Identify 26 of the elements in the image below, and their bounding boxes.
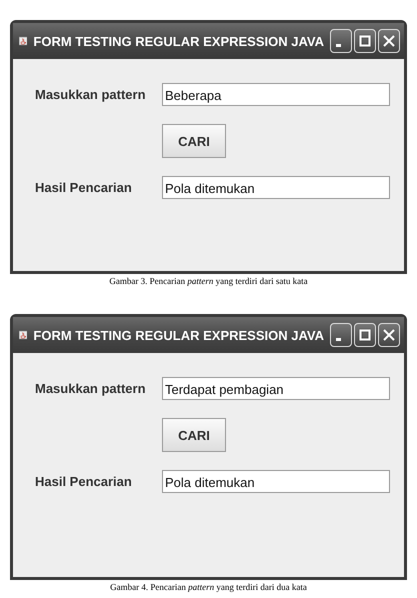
figure-caption: Gambar 4. Pencarian pattern yang terdiri dari dua kata xyxy=(110,582,307,592)
search-button[interactable]: CARI xyxy=(162,124,226,158)
window-title: FORM TESTING REGULAR EXPRESSION JAVA xyxy=(33,34,324,48)
close-button[interactable] xyxy=(378,29,400,53)
pattern-field[interactable]: Terdapat pembagian xyxy=(162,377,390,400)
field-label: Hasil Pencarian xyxy=(35,474,133,489)
result-field[interactable]: Pola ditemukan xyxy=(162,176,390,199)
maximize-icon xyxy=(359,35,371,47)
maximize-button[interactable] xyxy=(354,29,376,53)
field-label: Masukkan pattern xyxy=(35,381,147,396)
result-field[interactable]: Pola ditemukan xyxy=(162,470,390,493)
maximize-icon xyxy=(359,329,371,341)
minimize-button[interactable] xyxy=(330,29,352,53)
window-title: FORM TESTING REGULAR EXPRESSION JAVA xyxy=(33,328,324,342)
close-button[interactable] xyxy=(378,323,400,347)
field-label: Masukkan pattern xyxy=(35,87,147,102)
close-icon xyxy=(383,329,395,341)
close-icon xyxy=(383,35,395,47)
field-label: Hasil Pencarian xyxy=(35,180,133,195)
maximize-button[interactable] xyxy=(354,323,376,347)
search-button[interactable]: CARI xyxy=(162,418,226,452)
pattern-field[interactable]: Beberapa xyxy=(162,83,390,106)
minimize-button[interactable] xyxy=(330,323,352,347)
figure-caption: Gambar 3. Pencarian pattern yang terdiri dari satu kata xyxy=(109,276,308,286)
minimize-icon xyxy=(336,44,341,47)
minimize-icon xyxy=(336,338,341,341)
